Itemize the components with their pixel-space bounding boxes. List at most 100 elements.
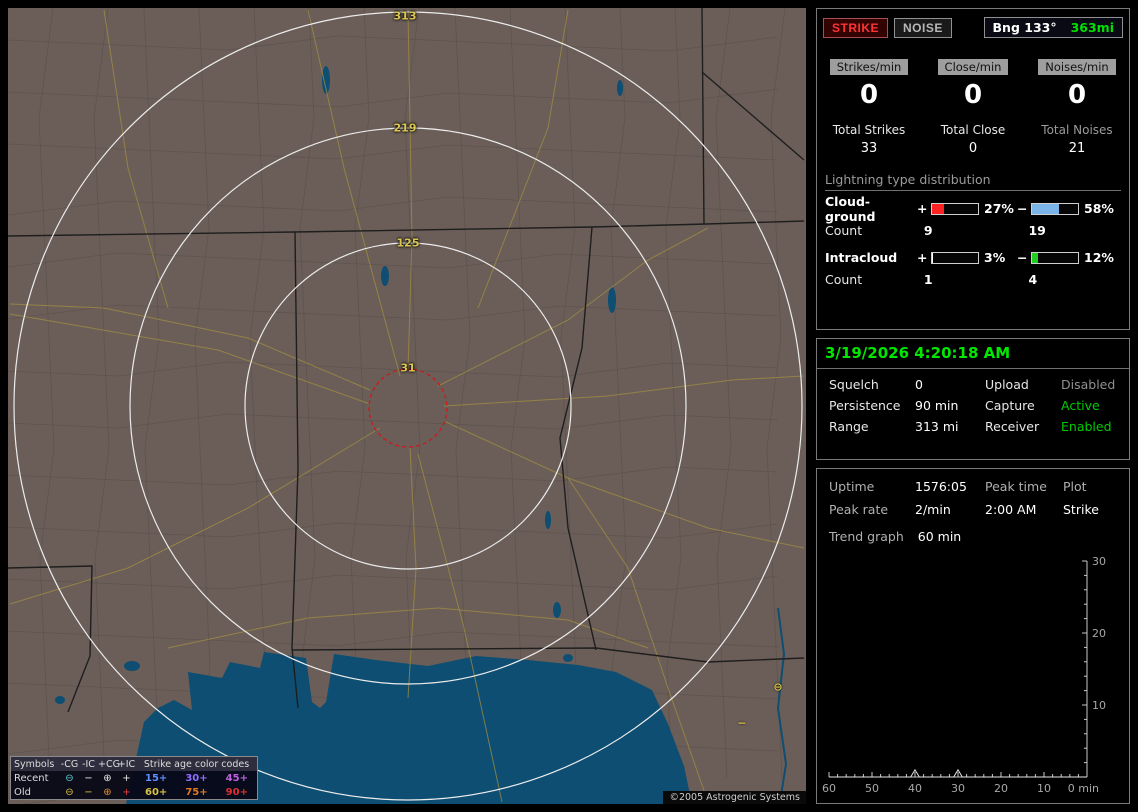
range-label: Range	[829, 419, 869, 434]
ring-label-31: 31	[400, 361, 416, 375]
ic-minus-bar	[1031, 251, 1079, 264]
bearing-label: Bng 133°	[992, 20, 1057, 35]
ic-minus-count: 4	[1028, 271, 1038, 287]
strike-marker: −	[737, 716, 747, 730]
receiver-status: Enabled	[1061, 419, 1112, 434]
age-90: 90+	[225, 786, 248, 798]
cloud-ground-row: Cloud-ground + 27% − 58%	[825, 194, 1121, 224]
svg-text:20: 20	[1092, 627, 1106, 640]
svg-text:30: 30	[951, 782, 965, 795]
ic-plus-bar	[931, 251, 979, 264]
plot-label: Plot	[1063, 479, 1087, 494]
neg-cg-recent-icon: ⊖	[65, 772, 74, 784]
plot-value: Strike	[1063, 502, 1099, 517]
trend-graph-row: Trend graph 60 min	[817, 517, 1129, 544]
ic-plus-count: 1	[923, 271, 933, 287]
cg-minus-percent: 58%	[1084, 201, 1114, 217]
status-section: 3/19/2026 4:20:18 AM Squelch 0 Upload Di…	[816, 338, 1130, 460]
uptime-label: Uptime	[829, 479, 875, 494]
ring-label-313: 313	[393, 9, 417, 23]
plus-sign: +	[917, 250, 928, 266]
close-per-min-label[interactable]: Close/min	[937, 59, 1009, 75]
age-30: 30+	[185, 772, 208, 784]
age-60: 60+	[145, 786, 168, 798]
strikes-per-min-counter: Strikes/min 0 Total Strikes 33	[817, 56, 921, 156]
squelch-label: Squelch	[829, 377, 879, 392]
ic-minus-percent: 12%	[1084, 250, 1114, 266]
cg-minus-count: 19	[1028, 222, 1046, 238]
capture-label: Capture	[985, 398, 1035, 413]
cloud-ground-count-row: Count 9 19	[825, 223, 1121, 238]
total-noises-label: Total Noises	[1041, 122, 1113, 137]
squelch-value: 0	[915, 377, 923, 392]
legend-col-neg-ic: -IC	[82, 758, 95, 770]
trend-graph-label: Trend graph	[829, 529, 904, 544]
receiver-label: Receiver	[985, 419, 1040, 434]
persistence-label: Persistence	[829, 398, 901, 413]
status-grid: Squelch 0 Upload Disabled Persistence 90…	[817, 369, 1129, 434]
minus-sign: −	[1017, 201, 1028, 217]
plus-sign: +	[917, 201, 928, 217]
cg-minus-bar	[1031, 202, 1079, 215]
counters-section: STRIKE NOISE Bng 133° 363mi Strikes/min …	[816, 8, 1130, 330]
trend-graph-chart: 10 20 30 60 50 40 30 20 10 0 min	[822, 555, 1106, 795]
noises-per-min-counter: Noises/min 0 Total Noises 21	[1025, 56, 1129, 156]
svg-text:40: 40	[908, 782, 922, 795]
pos-ic-old-icon: +	[122, 786, 131, 798]
close-per-min-value: 0	[963, 80, 983, 110]
svg-text:30: 30	[1092, 555, 1106, 568]
side-panel: STRIKE NOISE Bng 133° 363mi Strikes/min …	[816, 8, 1130, 804]
total-close-label: Total Close	[940, 122, 1006, 137]
legend-age-header: Strike age color codes	[143, 758, 250, 770]
svg-text:10: 10	[1092, 699, 1106, 712]
svg-text:50: 50	[865, 782, 879, 795]
noise-toggle-button[interactable]: NOISE	[894, 17, 952, 38]
peak-time-value: 2:00 AM	[985, 502, 1037, 517]
upload-status: Disabled	[1061, 377, 1116, 392]
pos-cg-recent-icon: ⊕	[103, 772, 112, 784]
legend-col-neg-cg: -CG	[60, 758, 79, 770]
intracloud-count-row: Count 1 4	[825, 272, 1121, 287]
symbol-legend: Symbols -CG -IC +CG +IC Strike age color…	[10, 756, 258, 800]
svg-text:10: 10	[1037, 782, 1051, 795]
upload-label: Upload	[985, 377, 1029, 392]
legend-symbols-header: Symbols	[14, 758, 55, 770]
uptime-stats-grid: Uptime 1576:05 Peak time Plot Peak rate …	[817, 469, 1129, 517]
persistence-value: 90 min	[915, 398, 959, 413]
cg-plus-count: 9	[923, 222, 933, 238]
strike-toggle-button[interactable]: STRIKE	[823, 17, 889, 38]
ic-plus-percent: 3%	[984, 250, 1006, 266]
trend-section: Uptime 1576:05 Peak time Plot Peak rate …	[816, 468, 1130, 804]
ring-label-125: 125	[396, 236, 420, 250]
cg-plus-bar	[931, 202, 979, 215]
bearing-readout: Bng 133° 363mi	[983, 17, 1123, 38]
legend-old-label: Old	[14, 786, 31, 798]
svg-text:60: 60	[822, 782, 836, 795]
svg-text:20: 20	[994, 782, 1008, 795]
strike-marker: ⊖	[773, 680, 783, 694]
svg-text:0 min: 0 min	[1068, 782, 1099, 795]
cg-plus-percent: 27%	[984, 201, 1014, 217]
age-45: 45+	[225, 772, 248, 784]
strikes-per-min-value: 0	[859, 80, 879, 110]
total-strikes-label: Total Strikes	[832, 122, 906, 137]
intracloud-row: Intracloud + 3% − 12%	[825, 248, 1121, 268]
strikes-per-min-label[interactable]: Strikes/min	[829, 59, 909, 75]
legend-col-pos-cg: +CG	[98, 758, 120, 770]
intracloud-label: Intracloud	[825, 250, 898, 266]
distribution-title: Lightning type distribution	[825, 172, 1121, 191]
lightning-map[interactable]: 313 219 125 31 ⊖ − Symbols -CG -IC +CG +I…	[8, 8, 806, 804]
noises-per-min-label[interactable]: Noises/min	[1038, 59, 1116, 75]
legend-recent-label: Recent	[14, 772, 49, 784]
pos-ic-recent-icon: +	[122, 772, 131, 784]
minus-sign: −	[1017, 250, 1028, 266]
rate-counters: Strikes/min 0 Total Strikes 33 Close/min…	[817, 56, 1129, 156]
uptime-value: 1576:05	[915, 479, 967, 494]
capture-status: Active	[1061, 398, 1100, 413]
pos-cg-old-icon: ⊕	[103, 786, 112, 798]
ring-label-219: 219	[393, 121, 417, 135]
legend-header: Symbols -CG -IC +CG +IC Strike age color…	[11, 757, 257, 771]
current-datetime: 3/19/2026 4:20:18 AM	[817, 339, 1129, 369]
lightning-type-distribution: Lightning type distribution Cloud-ground…	[825, 172, 1121, 287]
peak-rate-label: Peak rate	[829, 502, 889, 517]
